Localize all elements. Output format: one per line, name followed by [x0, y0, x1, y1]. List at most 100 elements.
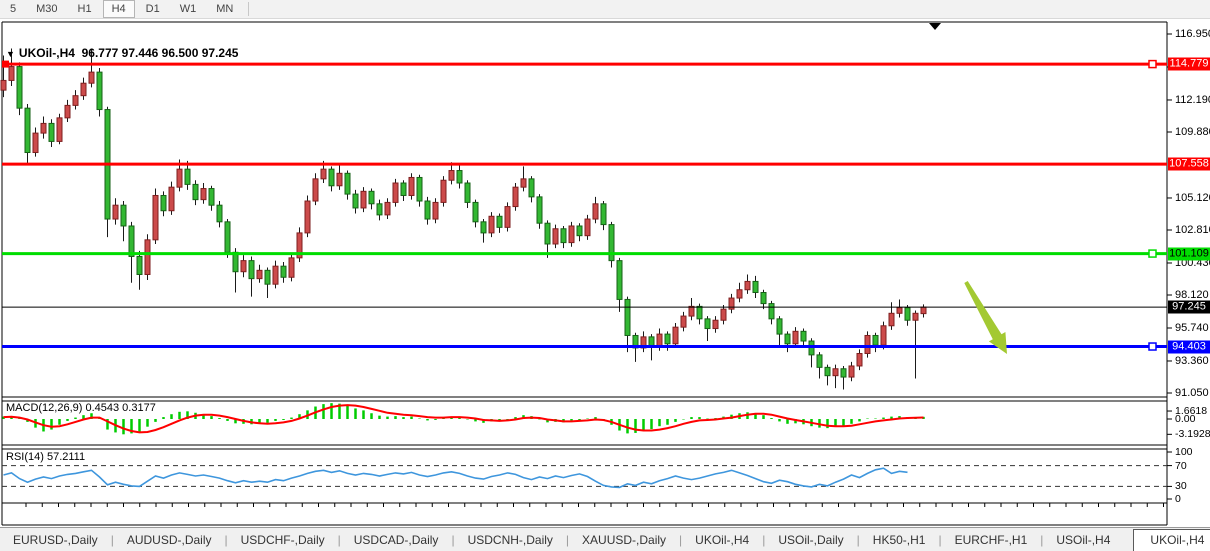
timeframe-button-h1[interactable]: H1 — [69, 0, 101, 18]
candle-body — [217, 205, 222, 222]
macd-axis-label: 0.00 — [1175, 413, 1195, 425]
candle-body — [65, 105, 70, 117]
candle-body — [801, 331, 806, 341]
candle-body — [609, 225, 614, 261]
tab-hk50-h1[interactable]: HK50-,H1 — [860, 528, 939, 551]
candle-body — [193, 184, 198, 199]
candle-body — [57, 118, 62, 142]
candle-body — [321, 169, 326, 179]
candle-body — [161, 195, 166, 210]
candle-body — [177, 169, 182, 187]
candle-body — [401, 183, 406, 195]
candle-body — [841, 369, 846, 377]
tab-eurusd-daily[interactable]: EURUSD-,Daily — [0, 528, 111, 551]
candle-body — [81, 83, 86, 95]
tab-usdcad-daily[interactable]: USDCAD-,Daily — [341, 528, 452, 551]
tab-ukoil-h4[interactable]: UKOil-,H4 — [1133, 529, 1210, 551]
candle-body — [777, 319, 782, 334]
price-tick-label: 116.950 — [1175, 28, 1210, 40]
candle-body — [353, 194, 358, 208]
rsi-axis-label: 100 — [1175, 446, 1193, 458]
timeframe-button-mn[interactable]: MN — [207, 0, 242, 18]
line-handle[interactable] — [2, 61, 9, 68]
timeframe-button-h4[interactable]: H4 — [103, 0, 135, 18]
candle-body — [49, 123, 54, 141]
candle-body — [449, 171, 454, 181]
candle-body — [113, 205, 118, 219]
line-handle[interactable] — [1149, 61, 1156, 68]
line-handle[interactable] — [1149, 250, 1156, 257]
candle-body — [697, 306, 702, 318]
candle-body — [1, 80, 6, 90]
chart-canvas[interactable] — [0, 20, 1210, 527]
candle-body — [153, 195, 158, 239]
candle-body — [329, 169, 334, 186]
chart-area[interactable]: ▼UKOil-,H4 96.777 97.446 96.500 97.245 M… — [0, 20, 1210, 527]
candle-body — [209, 189, 214, 206]
candle-body — [681, 316, 686, 327]
candle-body — [545, 223, 550, 244]
candle-body — [281, 266, 286, 277]
rsi-axis-label: 0 — [1175, 493, 1181, 505]
candle-body — [513, 187, 518, 206]
candle-body — [553, 229, 558, 244]
candle-body — [745, 281, 750, 289]
candle-body — [121, 205, 126, 226]
chart-background — [0, 20, 1210, 527]
candle-body — [673, 327, 678, 344]
candle-body — [361, 191, 366, 208]
candle-body — [337, 173, 342, 185]
candle-body — [617, 261, 622, 300]
candle-body — [521, 179, 526, 187]
candle-body — [921, 307, 926, 313]
candle-body — [489, 216, 494, 233]
rsi-axis-label: 70 — [1175, 460, 1187, 472]
candle-body — [97, 72, 102, 109]
timeframe-button-w1[interactable]: W1 — [171, 0, 206, 18]
candle-body — [369, 191, 374, 203]
chart-dropdown-icon[interactable]: ▼ — [6, 49, 15, 59]
candle-body — [257, 270, 262, 278]
timeframe-toolbar: 5M30H1H4D1W1MN — [0, 0, 1210, 19]
candle-body — [241, 261, 246, 272]
candle-body — [393, 183, 398, 202]
candle-body — [585, 219, 590, 236]
tab-xauusd-daily[interactable]: XAUUSD-,Daily — [569, 528, 679, 551]
candle-body — [145, 240, 150, 275]
candle-body — [457, 171, 462, 183]
tab-usoil-h4[interactable]: USOil-,H4 — [1043, 528, 1123, 551]
candle-body — [473, 202, 478, 221]
candle-body — [417, 177, 422, 201]
timeframe-button-5[interactable]: 5 — [1, 0, 25, 18]
tab-eurchf-h1[interactable]: EURCHF-,H1 — [942, 528, 1041, 551]
candle-body — [721, 309, 726, 320]
price-tick-label: 98.120 — [1175, 289, 1209, 301]
tab-usdchf-daily[interactable]: USDCHF-,Daily — [228, 528, 338, 551]
candle-body — [569, 226, 574, 243]
candle-body — [433, 202, 438, 219]
timeframe-button-d1[interactable]: D1 — [137, 0, 169, 18]
price-tick-label: 95.740 — [1175, 322, 1209, 334]
candle-body — [665, 334, 670, 344]
line-handle[interactable] — [1149, 343, 1156, 350]
candle-body — [377, 204, 382, 215]
candle-body — [705, 319, 710, 329]
candle-body — [169, 187, 174, 211]
macd-indicator-label: MACD(12,26,9) 0.4543 0.3177 — [6, 402, 156, 414]
candle-body — [561, 229, 566, 243]
candle-body — [129, 226, 134, 256]
price-tick-label: 102.810 — [1175, 224, 1210, 236]
candle-body — [689, 306, 694, 316]
candle-body — [857, 353, 862, 365]
tab-usdcnh-daily[interactable]: USDCNH-,Daily — [455, 528, 566, 551]
price-badge: 107.558 — [1168, 158, 1210, 171]
candle-body — [25, 108, 30, 152]
timeframe-button-m30[interactable]: M30 — [27, 0, 66, 18]
candle-body — [201, 189, 206, 200]
tab-usoil-daily[interactable]: USOil-,Daily — [765, 528, 856, 551]
candle-body — [913, 313, 918, 320]
candle-body — [713, 320, 718, 328]
tab-audusd-daily[interactable]: AUDUSD-,Daily — [114, 528, 225, 551]
candle-body — [761, 293, 766, 304]
tab-ukoil-h4[interactable]: UKOil-,H4 — [682, 528, 762, 551]
